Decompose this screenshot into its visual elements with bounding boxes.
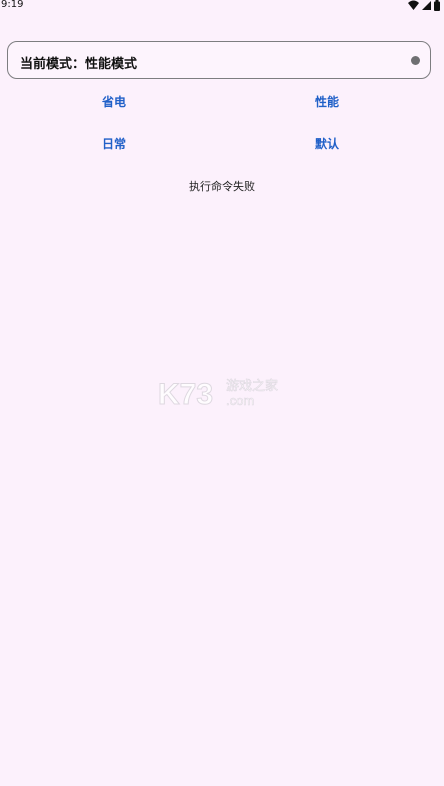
status-icons xyxy=(408,0,440,12)
default-button[interactable]: 默认 xyxy=(267,132,387,156)
power-save-button[interactable]: 省电 xyxy=(54,90,174,114)
daily-button[interactable]: 日常 xyxy=(54,132,174,156)
current-mode-card[interactable]: 当前模式：性能模式 xyxy=(7,41,431,79)
command-result-text: 执行命令失败 xyxy=(189,180,255,193)
signal-icon xyxy=(422,1,431,10)
current-mode-label: 当前模式：性能模式 xyxy=(20,57,138,72)
wifi-icon xyxy=(408,0,419,10)
battery-icon xyxy=(434,0,440,11)
watermark-text: 游戏之家 xyxy=(226,378,278,394)
mode-indicator-dot xyxy=(411,56,420,65)
performance-button[interactable]: 性能 xyxy=(267,90,387,114)
status-bar: 9:19 xyxy=(0,0,444,12)
watermark-domain: .com xyxy=(226,393,254,408)
status-time: 9:19 xyxy=(1,0,24,10)
watermark-logo: K73 xyxy=(158,378,213,408)
k73-watermark-logo: K73 游戏之家 .com xyxy=(158,378,278,409)
